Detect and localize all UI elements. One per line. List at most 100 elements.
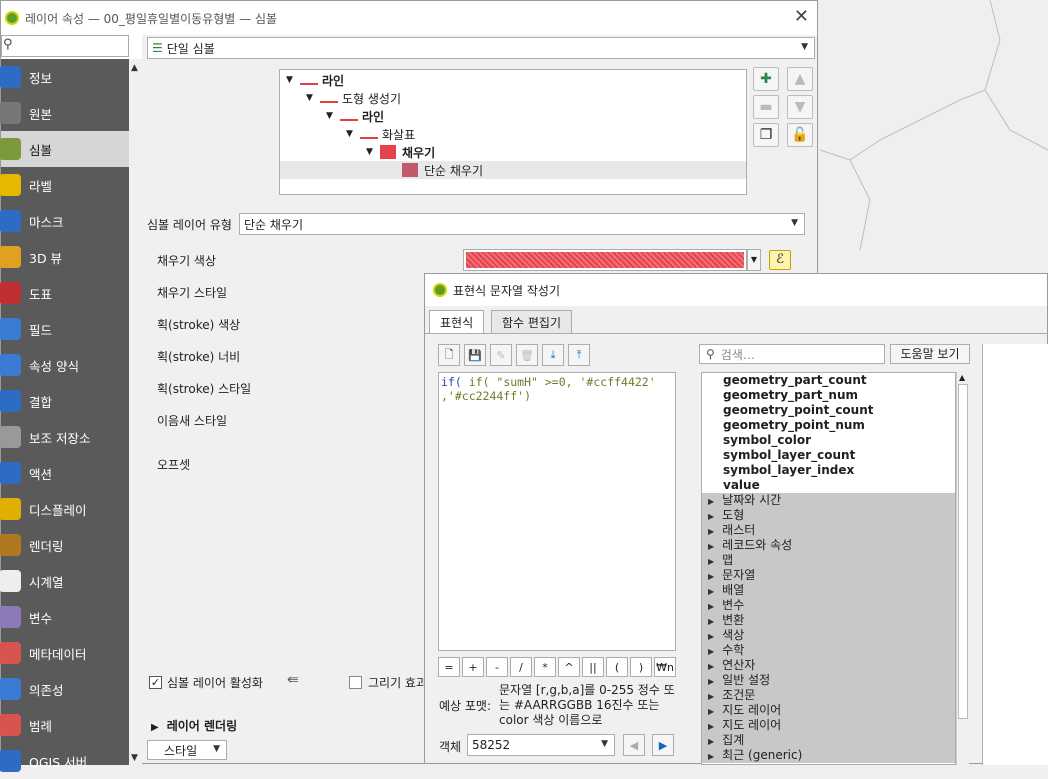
sidebar-item[interactable]: 필드 <box>0 311 129 347</box>
function-group[interactable]: ▶ 맵 <box>702 553 955 568</box>
sidebar-item[interactable]: QGIS 서버 <box>0 743 129 779</box>
sidebar-item[interactable]: 변수 <box>0 599 129 635</box>
function-item[interactable]: geometry_part_num <box>702 388 955 403</box>
save-icon[interactable]: 💾 <box>464 344 486 366</box>
operator-button[interactable]: ( <box>606 657 628 677</box>
function-group[interactable]: ▶ 변수 <box>702 598 955 613</box>
sidebar-item[interactable]: 라벨 <box>0 167 129 203</box>
sidebar-item[interactable]: 디스플레이 <box>0 491 129 527</box>
operator-button[interactable]: = <box>438 657 460 677</box>
operator-button[interactable]: ) <box>630 657 652 677</box>
sidebar-item[interactable]: 결합 <box>0 383 129 419</box>
function-group[interactable]: ▶ 문자열 <box>702 568 955 583</box>
renderer-type-dropdown[interactable]: ☰ 단일 심볼 ▼ <box>147 37 815 59</box>
sidebar-item[interactable]: 액션 <box>0 455 129 491</box>
sidebar-item[interactable]: 시계열 <box>0 563 129 599</box>
function-group[interactable]: ▶ 집계 <box>702 733 955 748</box>
move-up-button[interactable]: ▲ <box>787 67 813 91</box>
sidebar-item[interactable]: 심볼 <box>0 131 129 167</box>
function-group[interactable]: ▶ 일반 설정 <box>702 673 955 688</box>
sidebar-item[interactable]: 원본 <box>0 95 129 131</box>
previous-feature-button[interactable]: ◀ <box>623 734 645 756</box>
expression-editor[interactable]: if( if( "sumH" >=0, '#ccff4422' ,'#cc224… <box>438 372 676 651</box>
function-list-scrollbar[interactable]: ▲ <box>956 372 969 765</box>
function-group[interactable]: ▶ 지도 레이어 <box>702 703 955 718</box>
move-down-button[interactable]: ▼ <box>787 95 813 119</box>
new-file-icon[interactable]: 🗋 <box>438 344 460 366</box>
sidebar-item[interactable]: 정보 <box>0 59 129 95</box>
sidebar-item[interactable]: 메타데이터 <box>0 635 129 671</box>
function-group[interactable]: ▶ 지도 레이어 <box>702 718 955 733</box>
function-group[interactable]: ▶ 수학 <box>702 643 955 658</box>
qgis-server-icon <box>0 750 21 772</box>
tab-expression[interactable]: 표현식 <box>429 310 485 334</box>
feature-dropdown[interactable]: 58252 ▼ <box>467 734 615 756</box>
operator-button[interactable]: / <box>510 657 532 677</box>
function-group[interactable]: ▶ 연산자 <box>702 658 955 673</box>
function-group[interactable]: ▶ 도형 <box>702 508 955 523</box>
function-item[interactable]: symbol_layer_count <box>702 448 955 463</box>
tree-item[interactable]: ▼ 화살표 <box>346 125 415 143</box>
fill-color-button[interactable] <box>463 249 747 271</box>
delete-icon[interactable]: 🗑 <box>516 344 538 366</box>
color-dropdown-arrow[interactable]: ▼ <box>747 249 761 271</box>
function-group[interactable]: ▶ 변환 <box>702 613 955 628</box>
function-item[interactable]: geometry_part_count <box>702 373 955 388</box>
function-item[interactable]: geometry_point_count <box>702 403 955 418</box>
draw-effects-label: 그리기 효과 <box>368 676 428 690</box>
function-item[interactable]: symbol_layer_index <box>702 463 955 478</box>
function-group[interactable]: ▶ 색상 <box>702 628 955 643</box>
symbol-layer-type-dropdown[interactable]: 단순 채우기 ▼ <box>239 213 805 235</box>
function-group[interactable]: ▶ 배열 <box>702 583 955 598</box>
tab-function-editor[interactable]: 함수 편집기 <box>491 310 573 334</box>
sidebar-item[interactable]: 도표 <box>0 275 129 311</box>
operator-button[interactable]: + <box>462 657 484 677</box>
sidebar-item[interactable]: 속성 양식 <box>0 347 129 383</box>
sidebar-item[interactable]: 렌더링 <box>0 527 129 563</box>
duplicate-layer-button[interactable]: ❐ <box>753 123 779 147</box>
operator-button[interactable]: ₩n <box>654 657 676 677</box>
function-search-input[interactable]: ⚲ 검색… <box>699 344 885 364</box>
data-defined-enable-icon[interactable]: ⇚ <box>287 672 299 688</box>
tree-item[interactable]: ▼ 채우기 <box>366 143 435 161</box>
enable-layer-checkbox[interactable]: ✓ <box>149 676 162 689</box>
sidebar-scrollbar[interactable]: ▲ ▼ <box>129 59 142 765</box>
operator-button[interactable]: || <box>582 657 604 677</box>
function-group[interactable]: ▶ 최근 (generic) <box>702 748 955 763</box>
function-group[interactable]: ▶ 레코드와 속성 <box>702 538 955 553</box>
function-item[interactable]: symbol_color <box>702 433 955 448</box>
import-icon[interactable]: ⤓ <box>542 344 564 366</box>
sidebar-item[interactable]: 의존성 <box>0 671 129 707</box>
function-group[interactable]: ▶ 조건문 <box>702 688 955 703</box>
function-group[interactable]: ▶ 날짜와 시간 <box>702 493 955 508</box>
add-symbol-layer-button[interactable]: ✚ <box>753 67 779 91</box>
qgis-logo-icon <box>5 11 19 25</box>
style-menu-button[interactable]: 스타일 ▼ <box>147 740 227 760</box>
remove-symbol-layer-button[interactable]: ▬ <box>753 95 779 119</box>
function-item[interactable]: value <box>702 478 955 493</box>
sidebar-item-label: 범례 <box>29 718 53 734</box>
sidebar-item[interactable]: 마스크 <box>0 203 129 239</box>
sidebar-item[interactable]: 범례 <box>0 707 129 743</box>
data-defined-override-icon[interactable]: ℰ <box>769 250 791 270</box>
layer-rendering-section[interactable]: ▶ 레이어 렌더링 <box>151 717 237 734</box>
next-feature-button[interactable]: ▶ <box>652 734 674 756</box>
sidebar-item[interactable]: 3D 뷰 <box>0 239 129 275</box>
function-item[interactable]: geometry_point_num <box>702 418 955 433</box>
tree-item[interactable]: ▼ 도형 생성기 <box>306 89 401 107</box>
show-help-button[interactable]: 도움말 보기 <box>890 344 970 364</box>
tree-item-selected[interactable]: 단순 채우기 <box>280 161 746 179</box>
export-icon[interactable]: ⤒ <box>568 344 590 366</box>
sidebar-search-input[interactable]: ⚲ <box>1 35 129 57</box>
lock-color-button[interactable]: 🔓 <box>787 123 813 147</box>
draw-effects-checkbox[interactable] <box>349 676 362 689</box>
sidebar-item[interactable]: 보조 저장소 <box>0 419 129 455</box>
operator-button[interactable]: ^ <box>558 657 580 677</box>
function-group[interactable]: ▶ 래스터 <box>702 523 955 538</box>
edit-icon[interactable]: ✎ <box>490 344 512 366</box>
tree-item[interactable]: ▼ 라인 <box>326 107 384 125</box>
close-icon[interactable]: ✕ <box>794 8 809 26</box>
operator-button[interactable]: * <box>534 657 556 677</box>
operator-button[interactable]: - <box>486 657 508 677</box>
tree-item[interactable]: ▼ 라인 <box>286 71 344 89</box>
